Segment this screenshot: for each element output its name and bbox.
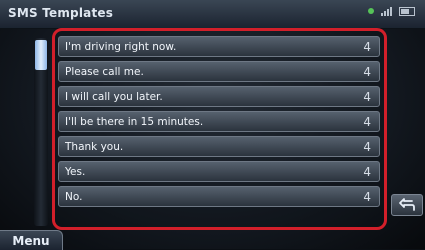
template-end: 4 — [363, 114, 371, 129]
menu-label: Menu — [12, 233, 50, 248]
template-end: 4 — [363, 139, 371, 154]
template-list: I'm driving right now. 4 Please call me.… — [58, 36, 380, 211]
list-item[interactable]: I'm driving right now. 4 — [58, 36, 380, 57]
menu-button[interactable]: Menu — [0, 230, 63, 250]
signal-icon — [381, 6, 392, 16]
list-scrollbar[interactable] — [34, 38, 48, 226]
screen-title: SMS Templates — [8, 6, 114, 20]
battery-icon — [399, 6, 415, 16]
template-end: 4 — [363, 164, 371, 179]
list-item[interactable]: Please call me. 4 — [58, 61, 380, 82]
template-end: 4 — [363, 89, 371, 104]
list-item[interactable]: I will call you later. 4 — [58, 86, 380, 107]
template-label: I'm driving right now. — [65, 40, 177, 53]
device-screen: SMS Templates I'm driving right now. 4 P… — [0, 0, 425, 250]
back-button[interactable] — [391, 194, 423, 216]
template-label: I will call you later. — [65, 90, 163, 103]
template-end: 4 — [363, 189, 371, 204]
template-end: 4 — [363, 64, 371, 79]
list-item[interactable]: Yes. 4 — [58, 161, 380, 182]
return-arrow-icon — [399, 198, 415, 211]
status-indicator-icon — [368, 8, 374, 14]
list-item[interactable]: No. 4 — [58, 186, 380, 207]
template-label: No. — [65, 190, 83, 203]
title-bar: SMS Templates — [0, 0, 425, 29]
list-item[interactable]: I'll be there in 15 minutes. 4 — [58, 111, 380, 132]
template-label: Yes. — [65, 165, 86, 178]
scrollbar-thumb[interactable] — [35, 40, 47, 70]
template-label: I'll be there in 15 minutes. — [65, 115, 204, 128]
template-end: 4 — [363, 39, 371, 54]
template-label: Thank you. — [65, 140, 124, 153]
list-item[interactable]: Thank you. 4 — [58, 136, 380, 157]
status-area — [368, 6, 415, 16]
template-label: Please call me. — [65, 65, 144, 78]
